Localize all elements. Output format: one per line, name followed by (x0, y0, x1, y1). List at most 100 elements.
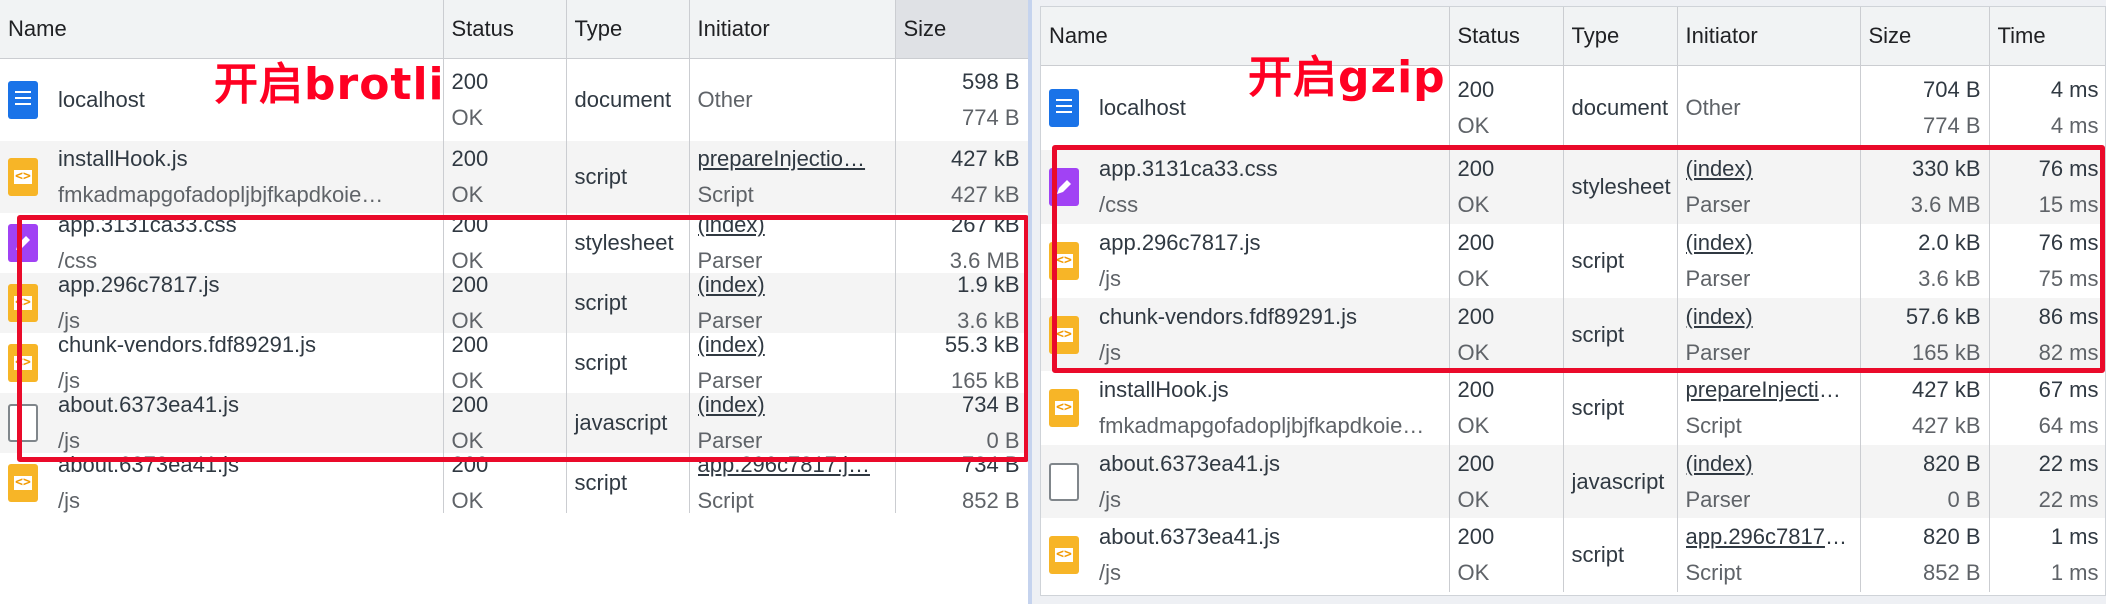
name-cell-content: <> about.6373ea41.js/js (8, 453, 435, 513)
request-row[interactable]: <> installHook.js fmkadmapgofadopljbjfkapd… (0, 141, 1028, 213)
request-row[interactable]: <> app.296c7817.js/js 200 OK script (index) Pa… (1041, 224, 2105, 298)
name-cell[interactable]: <> about.6373ea41.js/js (1041, 518, 1450, 592)
column-header-type[interactable]: Type (1563, 7, 1678, 66)
total-time: 1 ms (2050, 524, 2099, 549)
name-cell-content: app.3131ca33.css/css (8, 213, 435, 273)
resource-name[interactable]: app.3131ca33.css (58, 213, 435, 237)
name-cell-content: app.3131ca33.css/css (1049, 157, 1441, 217)
initiator-type: Parser (697, 248, 763, 273)
name-cell[interactable]: <> installHook.js fmkadmapgofadopljbjfkapd… (1041, 371, 1450, 445)
status-text: OK (451, 104, 484, 130)
request-row[interactable]: <> app.296c7817.js/js 200 OK script (index) Pa… (0, 273, 1028, 333)
request-row[interactable]: <> chunk-vendors.fdf89291.js/js 200 OK scrip… (0, 333, 1028, 393)
name-cell[interactable]: app.3131ca33.css/css (0, 213, 444, 273)
status-text: OK (1457, 266, 1490, 291)
request-row[interactable]: <> installHook.js fmkadmapgofadopljbjfkapd… (1041, 371, 2105, 445)
initiator-cell: (index) Parser (1677, 445, 1861, 518)
column-header-initiator[interactable]: Initiator (1677, 7, 1861, 66)
resource-name[interactable]: app.3131ca33.css (1099, 157, 1441, 181)
initiator-link[interactable]: app.296c7817.j… (1686, 525, 1852, 549)
initiator-link[interactable]: (index) (1686, 157, 1852, 181)
initiator-link[interactable]: (index) (1686, 305, 1852, 329)
name-cell[interactable]: <> chunk-vendors.fdf89291.js/js (0, 333, 444, 393)
resource-name[interactable]: chunk-vendors.fdf89291.js (1099, 305, 1441, 329)
resource-name[interactable]: about.6373ea41.js (1099, 452, 1441, 476)
size-content: 427 kB 427 kB (904, 147, 1020, 207)
status-code: 200 (1457, 156, 1495, 181)
request-row[interactable]: <> about.6373ea41.js/js 200 OK script app.296… (0, 453, 1028, 513)
status-code: 200 (1457, 450, 1495, 476)
latency: 22 ms (2038, 486, 2099, 512)
name-cell[interactable]: <> app.296c7817.js/js (0, 273, 444, 333)
status-cell: 200 OK (443, 141, 567, 213)
document-icon (8, 80, 38, 119)
size-content: 267 kB 3.6 MB (904, 213, 1020, 273)
column-header-time[interactable]: Time (1989, 7, 2105, 66)
initiator-cell: (index) Parser (689, 333, 896, 393)
status-cell: 200 OK (1449, 150, 1564, 224)
initiator-link[interactable]: prepareInjectio… (698, 147, 887, 171)
transferred-size: 427 kB (1912, 377, 1981, 402)
resource-name[interactable]: installHook.js (58, 147, 435, 171)
column-header-initiator[interactable]: Initiator (689, 0, 896, 59)
name-cell[interactable]: <> about.6373ea41.js/js (0, 453, 444, 513)
column-header-status[interactable]: Status (443, 0, 567, 59)
type-cell: document (566, 58, 690, 141)
resource-name[interactable]: about.6373ea41.js (1099, 525, 1441, 549)
type-cell: stylesheet (566, 213, 690, 273)
time-content: 76 ms 75 ms (1998, 231, 2099, 291)
name-cell[interactable]: about.6373ea41.js/js (0, 393, 444, 453)
initiator-link[interactable]: (index) (698, 273, 887, 297)
column-header-type[interactable]: Type (566, 0, 690, 59)
resource-name[interactable]: about.6373ea41.js (58, 393, 435, 417)
request-row[interactable]: app.3131ca33.css/css 200 OK stylesheet (inde… (1041, 150, 2105, 224)
initiator-content: (index) Parser (698, 393, 887, 453)
name-cell[interactable]: <> installHook.js fmkadmapgofadopljbjfkapd… (0, 141, 444, 213)
resource-size: 0 B (1947, 486, 1981, 512)
initiator-link[interactable]: (index) (698, 213, 887, 237)
initiator-link[interactable]: prepareInjectio… (1686, 378, 1852, 402)
initiator-link[interactable]: (index) (1686, 231, 1852, 255)
request-row[interactable]: localhost 200 OK document Other 598 B 774 B (0, 58, 1028, 141)
gzip-annotation: 开启gzip (1248, 52, 1446, 103)
size-content: 820 B 852 B (1869, 525, 1981, 585)
resource-name[interactable]: app.296c7817.js (1099, 231, 1441, 255)
resource-name[interactable]: installHook.js (1099, 378, 1441, 402)
initiator-text: Other (697, 87, 753, 112)
initiator-link[interactable]: (index) (698, 393, 887, 417)
request-row[interactable]: about.6373ea41.js/js 200 OK javascript (inde… (0, 393, 1028, 453)
request-row[interactable]: about.6373ea41.js/js 200 OK javascript (inde… (1041, 445, 2105, 518)
name-cell-content: <> installHook.js fmkadmapgofadopljbjfkapd… (8, 147, 435, 207)
request-row[interactable]: <> about.6373ea41.js/js 200 OK script app.296… (1041, 518, 2105, 592)
time-cell: 22 ms 22 ms (1989, 445, 2105, 518)
request-row[interactable]: localhost 200 OK document Other 704 B 774 B4 m… (1041, 65, 2105, 150)
status-text: OK (451, 488, 484, 513)
size-cell: 598 B 774 B (895, 58, 1028, 141)
script-icon: <> (8, 464, 38, 502)
request-row[interactable]: <> chunk-vendors.fdf89291.js/js 200 OK scrip… (1041, 298, 2105, 371)
time-cell: 1 ms 1 ms (1989, 518, 2105, 592)
transferred-size: 267 kB (951, 213, 1020, 237)
name-text: about.6373ea41.js/js (1099, 452, 1441, 512)
column-header-size[interactable]: Size (895, 0, 1028, 59)
resource-name[interactable]: app.296c7817.js (58, 273, 435, 297)
initiator-link[interactable]: (index) (1686, 452, 1852, 476)
time-cell: 76 ms 15 ms (1989, 150, 2105, 224)
name-cell[interactable]: <> chunk-vendors.fdf89291.js/js (1041, 298, 1450, 371)
name-cell[interactable]: <> app.296c7817.js/js (1041, 224, 1450, 298)
resource-name[interactable]: chunk-vendors.fdf89291.js (58, 333, 435, 357)
name-text: about.6373ea41.js/js (1099, 525, 1441, 585)
initiator-link[interactable]: (index) (698, 333, 887, 357)
column-header-size[interactable]: Size (1860, 7, 1990, 66)
request-row[interactable]: app.3131ca33.css/css 200 OK stylesheet (inde… (0, 213, 1028, 273)
column-header-status[interactable]: Status (1449, 7, 1564, 66)
resource-name[interactable]: about.6373ea41.js (58, 453, 435, 477)
status-text: OK (451, 308, 484, 333)
status-text: OK (1457, 339, 1490, 365)
initiator-cell: (index) Parser (689, 393, 896, 453)
initiator-type: Parser (697, 368, 763, 393)
name-cell[interactable]: about.6373ea41.js/js (1041, 445, 1450, 518)
name-cell-content: <> about.6373ea41.js/js (1049, 525, 1441, 585)
initiator-link[interactable]: app.296c7817.j… (698, 453, 887, 477)
name-cell[interactable]: app.3131ca33.css/css (1041, 150, 1450, 224)
